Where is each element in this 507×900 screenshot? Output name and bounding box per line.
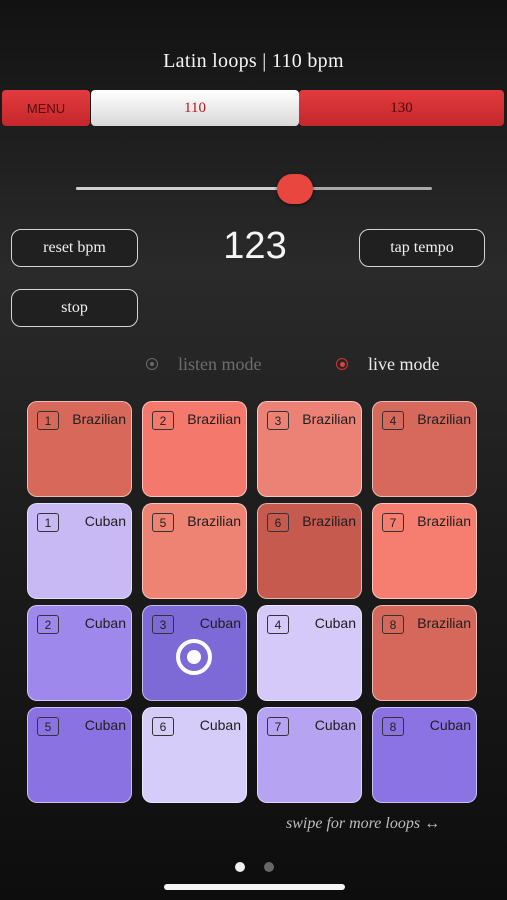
page-dot-2[interactable] [264, 862, 274, 872]
tab-130[interactable]: 130 [299, 90, 504, 126]
tab-110[interactable]: 110 [91, 90, 299, 126]
loop-pad[interactable]: 7 Cuban [257, 707, 362, 803]
pad-label: Cuban [84, 513, 126, 529]
loop-pad[interactable]: 3 Cuban [142, 605, 247, 701]
listen-mode-label: listen mode [178, 353, 262, 374]
pad-number: 7 [267, 717, 289, 736]
pad-number: 3 [267, 411, 289, 430]
pad-label: Cuban [84, 615, 126, 631]
loop-pad-grid: 1 Brazilian 2 Brazilian 3 Brazilian 4 Brazilian… [27, 401, 479, 805]
pad-label: Cuban [314, 615, 356, 631]
pad-number: 2 [37, 615, 59, 634]
pad-label: Brazilian [187, 513, 241, 529]
pad-number: 1 [37, 411, 59, 430]
pad-number: 1 [37, 513, 59, 532]
pad-number: 2 [152, 411, 174, 430]
pad-label: Brazilian [72, 411, 126, 427]
pad-label: Brazilian [417, 411, 471, 427]
page-dot-1[interactable] [235, 862, 245, 872]
tempo-slider-fill [76, 187, 295, 190]
pad-number: 8 [382, 615, 404, 634]
bpm-display: 123 [223, 225, 287, 267]
loop-pad[interactable]: 5 Brazilian [142, 503, 247, 599]
loop-pad[interactable]: 4 Cuban [257, 605, 362, 701]
pad-number: 5 [152, 513, 174, 532]
pad-number: 5 [37, 717, 59, 736]
pad-label: Brazilian [302, 411, 356, 427]
playing-indicator-icon [176, 639, 212, 675]
pad-label: Brazilian [302, 513, 356, 529]
live-mode-label: live mode [368, 353, 440, 374]
pad-number: 4 [267, 615, 289, 634]
pad-label: Brazilian [417, 615, 471, 631]
page-indicator[interactable] [235, 862, 274, 872]
pad-number: 6 [267, 513, 289, 532]
pad-number: 7 [382, 513, 404, 532]
tempo-slider-track[interactable] [76, 187, 432, 190]
radio-on-icon [336, 358, 348, 370]
app-title: Latin loops | 110 bpm [163, 50, 344, 72]
loop-pad[interactable]: 6 Cuban [142, 707, 247, 803]
live-mode-option[interactable]: live mode [336, 352, 439, 376]
tap-tempo-button[interactable]: tap tempo [359, 229, 485, 267]
swipe-hint: swipe for more loops ↔ [286, 815, 441, 832]
pad-label: Cuban [429, 717, 471, 733]
pad-label: Brazilian [187, 411, 241, 427]
pad-number: 8 [382, 717, 404, 736]
pad-label: Cuban [84, 717, 126, 733]
radio-off-icon [146, 358, 158, 370]
loop-pad[interactable]: 5 Cuban [27, 707, 132, 803]
pad-number: 4 [382, 411, 404, 430]
loop-pad[interactable]: 8 Brazilian [372, 605, 477, 701]
loop-pad[interactable]: 7 Brazilian [372, 503, 477, 599]
pad-label: Cuban [199, 615, 241, 631]
loop-pad[interactable]: 2 Brazilian [142, 401, 247, 497]
loop-pad[interactable]: 2 Cuban [27, 605, 132, 701]
pad-label: Cuban [199, 717, 241, 733]
loop-pad[interactable]: 1 Cuban [27, 503, 132, 599]
loop-pad[interactable]: 8 Cuban [372, 707, 477, 803]
reset-bpm-button[interactable]: reset bpm [11, 229, 138, 267]
loop-pad[interactable]: 6 Brazilian [257, 503, 362, 599]
pad-label: Cuban [314, 717, 356, 733]
loop-pad[interactable]: 3 Brazilian [257, 401, 362, 497]
tempo-slider-thumb[interactable] [276, 174, 313, 204]
loop-pad[interactable]: 4 Brazilian [372, 401, 477, 497]
home-indicator[interactable] [164, 884, 345, 890]
tempo-tab-bar: MENU 110 130 [2, 90, 504, 128]
pad-label: Brazilian [417, 513, 471, 529]
stop-button[interactable]: stop [11, 289, 138, 327]
listen-mode-option[interactable]: listen mode [146, 352, 262, 376]
pad-number: 6 [152, 717, 174, 736]
menu-button[interactable]: MENU [2, 90, 90, 126]
pad-number: 3 [152, 615, 174, 634]
loop-pad[interactable]: 1 Brazilian [27, 401, 132, 497]
